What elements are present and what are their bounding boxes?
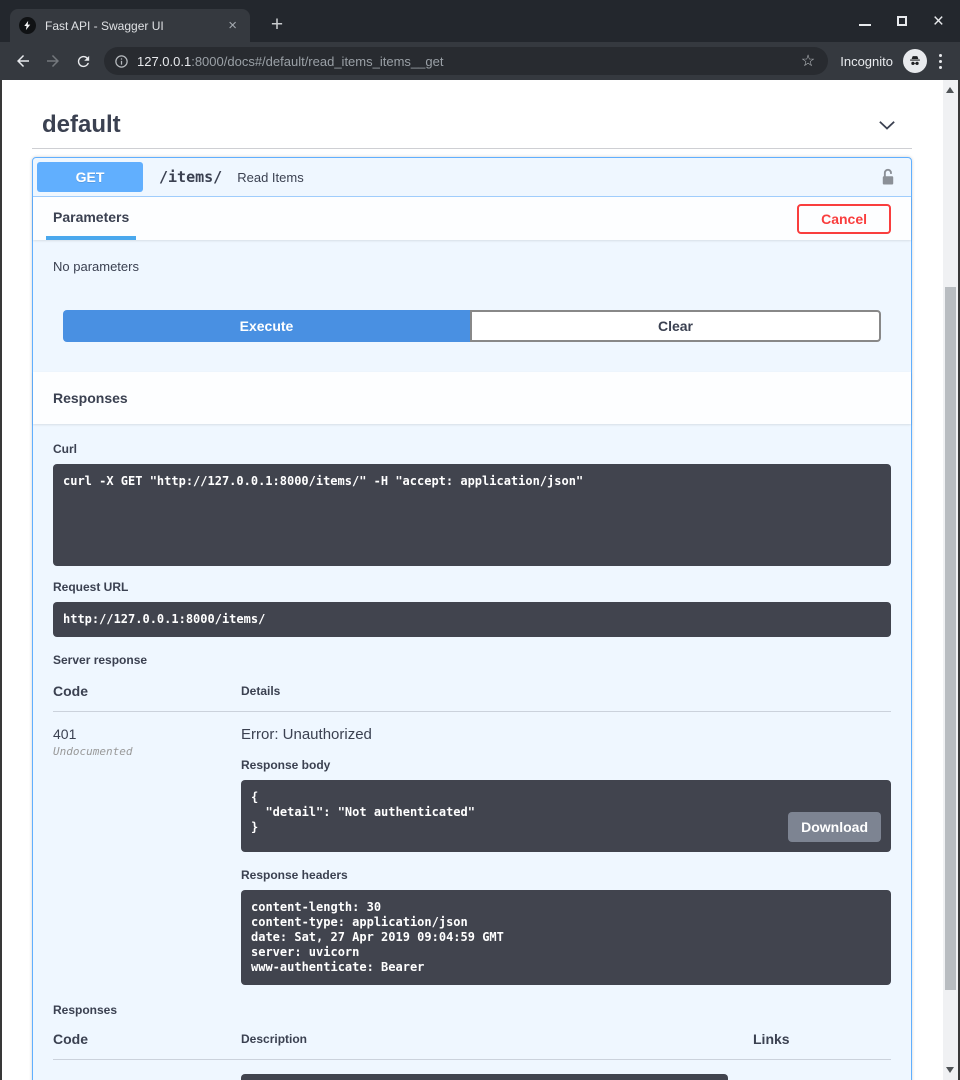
- incognito-label: Incognito: [840, 54, 893, 69]
- response-description: Successful Response: [241, 1074, 728, 1080]
- response-body-json: { "detail": "Not authenticated" }: [251, 790, 475, 834]
- auth-lock-icon[interactable]: [879, 167, 897, 188]
- opblock-get-items: GET /items/ Read Items Parameters Cancel…: [32, 157, 912, 1080]
- swagger-page: default GET /items/ Read Items Parameter…: [0, 80, 943, 1080]
- tab-parameters[interactable]: Parameters: [46, 197, 136, 240]
- col-details: Details: [241, 677, 891, 712]
- documented-responses-label: Responses: [53, 1003, 891, 1017]
- fastapi-favicon-icon: [19, 17, 36, 34]
- download-button[interactable]: Download: [788, 812, 881, 842]
- col-description: Description: [241, 1025, 753, 1060]
- status-code: 401: [53, 726, 241, 742]
- method-badge: GET: [37, 162, 143, 192]
- response-headers-block: content-length: 30 content-type: applica…: [241, 890, 891, 985]
- execute-button[interactable]: Execute: [63, 310, 470, 342]
- incognito-icon: [903, 49, 927, 73]
- scroll-down-icon[interactable]: [946, 1067, 954, 1073]
- window-close-icon[interactable]: ×: [933, 12, 944, 31]
- endpoint-path: /items/: [159, 168, 222, 186]
- browser-toolbar: 127.0.0.1:8000/docs#/default/read_items_…: [0, 42, 960, 80]
- new-tab-button[interactable]: +: [262, 10, 292, 40]
- no-parameters-text: No parameters: [33, 240, 911, 310]
- server-response-label: Server response: [53, 653, 891, 667]
- url-path: :8000/docs#/default/read_items_items__ge…: [191, 54, 443, 69]
- url-text: 127.0.0.1:8000/docs#/default/read_items_…: [137, 54, 793, 69]
- response-code: 200: [53, 1074, 241, 1080]
- response-headers-label: Response headers: [241, 868, 891, 882]
- request-url-label: Request URL: [53, 580, 891, 594]
- response-body-block: { "detail": "Not authenticated" } Downloa…: [241, 780, 891, 852]
- site-info-icon[interactable]: [114, 54, 129, 69]
- request-url-value: http://127.0.0.1:8000/items/: [53, 602, 891, 637]
- url-bar[interactable]: 127.0.0.1:8000/docs#/default/read_items_…: [104, 47, 828, 75]
- scroll-up-icon[interactable]: [946, 87, 954, 93]
- tab-title: Fast API - Swagger UI: [45, 19, 224, 33]
- opblock-summary[interactable]: GET /items/ Read Items: [33, 158, 911, 197]
- col-links: Links: [753, 1025, 891, 1060]
- minimize-icon[interactable]: [859, 24, 871, 26]
- browser-chrome: Fast API - Swagger UI × + × 127.0.0.1:80…: [0, 0, 960, 80]
- forward-icon[interactable]: [38, 46, 68, 76]
- status-note: Undocumented: [53, 745, 241, 758]
- responses-body: Curl curl -X GET "http://127.0.0.1:8000/…: [33, 424, 911, 1080]
- scrollbar-thumb[interactable]: [945, 287, 956, 990]
- section-title: default: [42, 111, 121, 139]
- url-host: 127.0.0.1: [137, 54, 191, 69]
- reload-icon[interactable]: [68, 46, 98, 76]
- bookmark-star-icon[interactable]: ☆: [793, 51, 823, 71]
- cancel-button[interactable]: Cancel: [797, 204, 891, 234]
- col-code: Code: [53, 1025, 241, 1060]
- curl-label: Curl: [53, 442, 891, 456]
- browser-tab[interactable]: Fast API - Swagger UI ×: [10, 9, 250, 42]
- execute-row: Execute Clear: [33, 310, 911, 372]
- responses-section-title: Responses: [33, 372, 911, 424]
- table-row: 200 Successful Response No links: [53, 1060, 891, 1080]
- curl-command: curl -X GET "http://127.0.0.1:8000/items…: [53, 464, 891, 566]
- response-links: No links: [753, 1074, 891, 1080]
- col-code: Code: [53, 677, 241, 712]
- tab-bar: Fast API - Swagger UI × + ×: [0, 0, 960, 42]
- documented-responses-table: Code Description Links 200 Successful Re…: [53, 1025, 891, 1080]
- clear-button[interactable]: Clear: [470, 310, 881, 342]
- endpoint-summary: Read Items: [237, 170, 879, 185]
- api-section-header[interactable]: default: [32, 101, 912, 149]
- server-response-table: Code Details 401 Undocumented Error: Una…: [53, 677, 891, 985]
- browser-menu-icon[interactable]: [927, 54, 952, 69]
- response-body-label: Response body: [241, 758, 891, 772]
- tab-close-icon[interactable]: ×: [224, 16, 241, 35]
- parameters-header: Parameters Cancel: [33, 197, 911, 240]
- back-icon[interactable]: [8, 46, 38, 76]
- chevron-down-icon[interactable]: [876, 114, 898, 136]
- error-title: Error: Unauthorized: [241, 726, 891, 743]
- maximize-icon[interactable]: [897, 16, 907, 26]
- window-controls: ×: [859, 0, 952, 42]
- table-row: 401 Undocumented Error: Unauthorized Res…: [53, 712, 891, 986]
- page-scrollbar[interactable]: [943, 80, 958, 1080]
